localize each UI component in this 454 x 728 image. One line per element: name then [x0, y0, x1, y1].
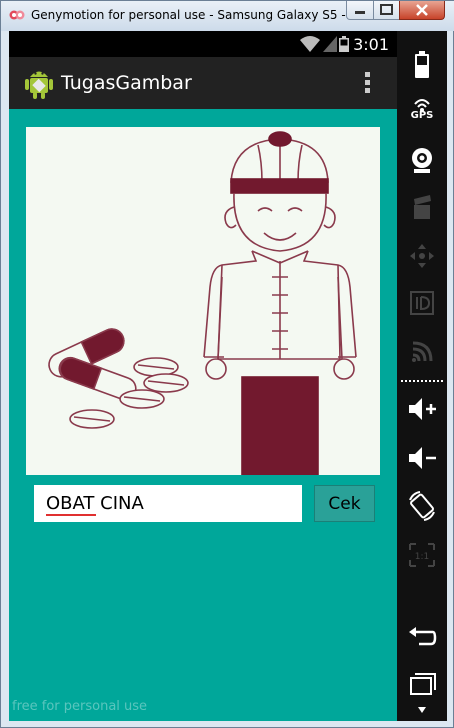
gps-label: GPS [410, 110, 434, 121]
check-button[interactable]: Cek [314, 485, 375, 522]
battery-icon [339, 36, 349, 52]
battery-icon[interactable] [405, 49, 439, 81]
watermark-text: free for personal use [12, 699, 148, 714]
rotate-icon[interactable] [405, 490, 439, 522]
window-titlebar[interactable]: Genymotion for personal use - Samsung Ga… [1, 1, 454, 31]
svg-text:1:1: 1:1 [415, 552, 429, 562]
maximize-button[interactable] [373, 1, 400, 20]
signal-icon [323, 36, 337, 52]
status-bar: 3:01 [9, 31, 397, 57]
back-icon[interactable] [405, 620, 439, 652]
camera-icon[interactable] [405, 193, 439, 225]
emulator-window: Genymotion for personal use - Samsung Ga… [0, 0, 454, 728]
menu-icon[interactable] [405, 701, 439, 719]
spellcheck-underline [46, 514, 96, 516]
chinese-medicine-illustration [48, 131, 357, 475]
emulator-side-toolbar: GPS 1:1 [397, 31, 447, 721]
action-bar: TugasGambar [9, 57, 397, 109]
id-icon[interactable] [405, 287, 439, 319]
webcam-icon[interactable] [405, 144, 439, 176]
clock: 3:01 [353, 35, 389, 54]
pixel-perfect-icon[interactable]: 1:1 [405, 539, 439, 571]
genymotion-icon [9, 10, 25, 20]
main-content: Cek free for personal use [9, 109, 397, 721]
quiz-image [26, 127, 380, 475]
overflow-menu-icon[interactable] [359, 69, 375, 97]
volume-up-icon[interactable] [405, 393, 439, 425]
cast-icon[interactable] [405, 335, 439, 367]
device-screen: 3:01 TugasGambar OBAT CINA Cek free for … [9, 31, 397, 721]
recent-apps-icon[interactable] [405, 669, 439, 701]
toolbar-divider [401, 380, 443, 382]
minimize-button[interactable] [346, 1, 374, 20]
android-logo-icon[interactable] [23, 66, 55, 100]
app-title: TugasGambar [61, 72, 192, 94]
close-button[interactable] [399, 1, 445, 20]
close-icon [416, 4, 428, 16]
volume-down-icon[interactable] [405, 442, 439, 474]
window-title: Genymotion for personal use - Samsung Ga… [31, 8, 351, 22]
dpad-icon[interactable] [405, 240, 439, 272]
wifi-icon [300, 36, 320, 52]
